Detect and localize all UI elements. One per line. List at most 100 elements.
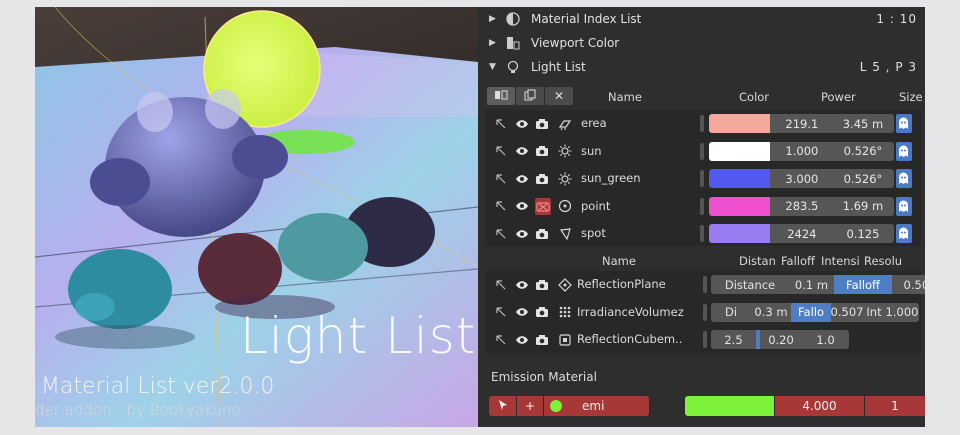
collapse-triangle-icon[interactable]: ▶: [489, 38, 499, 48]
light-power-field[interactable]: 283.5: [770, 196, 834, 216]
light-name[interactable]: spot: [581, 226, 606, 240]
ghost-icon[interactable]: [895, 114, 912, 133]
light-row[interactable]: erea 219.1 3.45 m: [485, 110, 921, 137]
probe-field[interactable]: 0.3 m: [751, 302, 791, 322]
light-power-field[interactable]: 219.1: [770, 114, 834, 133]
row-grip[interactable]: [700, 115, 705, 132]
probe-field[interactable]: Fallo: [791, 302, 831, 322]
viewport-color-header[interactable]: ▶ Viewport Color: [478, 31, 925, 55]
probe-name[interactable]: IrradianceVolumez: [577, 305, 684, 319]
probe-field[interactable]: Falloff: [834, 275, 892, 294]
select-arrow-icon[interactable]: [494, 115, 508, 132]
probe-name[interactable]: ReflectionPlane: [577, 277, 666, 291]
light-color-swatch[interactable]: [709, 169, 773, 188]
row-grip[interactable]: [700, 142, 705, 160]
select-arrow-icon[interactable]: [494, 170, 508, 187]
light-name[interactable]: sun: [581, 144, 602, 158]
light-name[interactable]: sun_green: [581, 171, 641, 185]
row-grip[interactable]: [703, 303, 707, 321]
light-color-swatch[interactable]: [709, 141, 773, 161]
eye-icon[interactable]: [515, 304, 529, 321]
probe-field[interactable]: 0.507: [831, 302, 863, 322]
camera-icon[interactable]: [535, 115, 549, 132]
light-power-field[interactable]: 1.000: [770, 141, 834, 161]
probe-field[interactable]: 1.0: [802, 330, 849, 349]
select-arrow-icon[interactable]: [494, 331, 508, 348]
eye-icon[interactable]: [515, 170, 529, 187]
eye-icon[interactable]: [515, 198, 529, 215]
eye-icon[interactable]: [515, 331, 529, 348]
probe-field[interactable]: Int: [863, 302, 885, 322]
light-power-field[interactable]: 2424: [770, 224, 834, 243]
light-name[interactable]: erea: [581, 116, 607, 130]
promo-title: Light List: [240, 307, 477, 365]
select-arrow-icon[interactable]: [494, 304, 508, 321]
screenshot-frame: Light List Material List ver2.0.0 der ad…: [35, 7, 925, 427]
light-row[interactable]: spot 2424 0.125: [485, 220, 921, 246]
probe-name[interactable]: ReflectionCubem..: [577, 332, 682, 346]
render-viewport[interactable]: Light List Material List ver2.0.0 der ad…: [35, 7, 478, 427]
eye-icon[interactable]: [515, 143, 529, 160]
probe-row[interactable]: IrradianceVolumez Di 0.3 m Fallo 0.507 Int 1.0…: [485, 299, 921, 326]
light-row[interactable]: sun 1.000 0.526°: [485, 138, 921, 165]
eye-icon[interactable]: [515, 276, 529, 293]
emission-material-selector[interactable]: emi: [544, 396, 649, 416]
col-size: Size: [899, 90, 923, 104]
light-name[interactable]: point: [581, 199, 610, 213]
probe-row[interactable]: ReflectionPlane Distance0.1 mFalloff0.500: [485, 271, 925, 298]
expand-triangle-icon[interactable]: ▼: [489, 62, 499, 72]
light-power-field[interactable]: 3.000: [770, 169, 834, 188]
light-color-swatch[interactable]: [709, 196, 773, 216]
light-row[interactable]: sun_green 3.000 0.526°: [485, 165, 921, 192]
ghost-icon[interactable]: [895, 141, 912, 161]
select-arrow-icon[interactable]: [494, 276, 508, 293]
select-arrow-icon[interactable]: [494, 143, 508, 160]
col-distance: Distan: [739, 254, 776, 268]
probe-field[interactable]: 0.1 m: [789, 275, 834, 294]
select-button[interactable]: [489, 396, 516, 416]
light-list-header[interactable]: ▼ Light List L 5 , P 3: [478, 55, 925, 79]
camera-icon[interactable]: [535, 331, 549, 348]
light-size-field[interactable]: 0.125: [831, 224, 895, 243]
camera-icon[interactable]: [535, 170, 549, 187]
emission-color-swatch[interactable]: [685, 396, 774, 416]
select-arrow-icon[interactable]: [494, 198, 508, 215]
light-size-field[interactable]: 3.45 m: [831, 114, 895, 133]
probe-field[interactable]: 1.000: [885, 302, 919, 322]
light-size-field[interactable]: 1.69 m: [831, 196, 895, 216]
row-grip[interactable]: [703, 331, 707, 348]
light-color-swatch[interactable]: [709, 114, 773, 133]
ghost-icon[interactable]: [895, 169, 912, 188]
probe-field[interactable]: 0.500: [892, 275, 925, 294]
select-arrow-icon[interactable]: [494, 225, 508, 242]
plus-icon: +: [524, 399, 536, 413]
ghost-icon[interactable]: [895, 196, 912, 216]
camera-icon[interactable]: [535, 304, 549, 321]
emission-count-field[interactable]: 1: [865, 396, 925, 416]
render-disabled-icon[interactable]: [535, 197, 551, 215]
row-grip[interactable]: [703, 276, 707, 293]
material-index-title: Material Index List: [531, 12, 642, 26]
probe-field[interactable]: 2.5: [711, 330, 756, 349]
camera-icon[interactable]: [535, 225, 549, 242]
light-size-field[interactable]: 0.526°: [831, 141, 895, 161]
light-size-field[interactable]: 0.526°: [831, 169, 895, 188]
camera-icon[interactable]: [535, 143, 549, 160]
probe-row[interactable]: ReflectionCubem.. 2.5 0.20 1.0: [485, 326, 921, 353]
row-grip[interactable]: [700, 225, 705, 242]
probe-field[interactable]: Distance: [711, 275, 789, 294]
ghost-icon[interactable]: [895, 224, 912, 243]
light-color-swatch[interactable]: [709, 224, 773, 243]
light-row[interactable]: point 283.5 1.69 m: [485, 193, 921, 220]
row-grip[interactable]: [700, 170, 705, 187]
add-emission-button[interactable]: +: [517, 396, 543, 416]
eye-icon[interactable]: [515, 115, 529, 132]
collapse-triangle-icon[interactable]: ▶: [489, 14, 499, 24]
probe-field[interactable]: Di: [711, 302, 751, 322]
probe-field[interactable]: 0.20: [760, 330, 802, 349]
emission-strength-field[interactable]: 4.000: [775, 396, 864, 416]
row-grip[interactable]: [700, 197, 705, 215]
camera-icon[interactable]: [535, 276, 549, 293]
eye-icon[interactable]: [515, 225, 529, 242]
material-index-header[interactable]: ▶ Material Index List 1 : 10: [478, 7, 925, 31]
